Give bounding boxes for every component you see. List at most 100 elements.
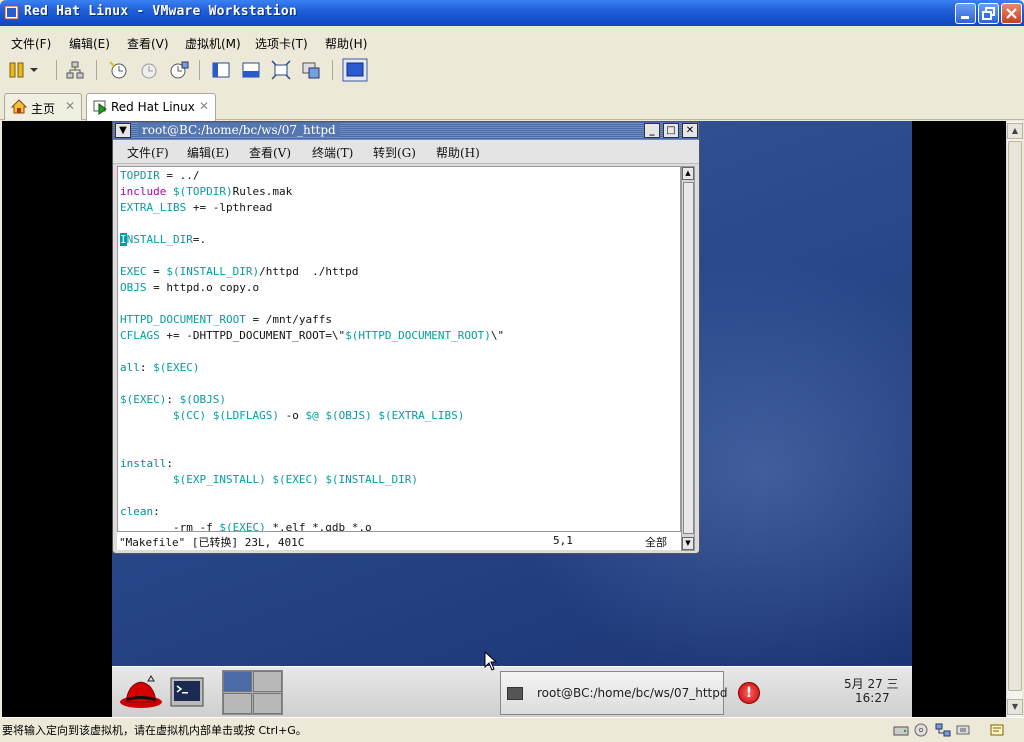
code-token: = bbox=[146, 265, 167, 278]
vmware-app-icon bbox=[4, 5, 19, 20]
terminal-window-menu-icon[interactable]: ▼ bbox=[115, 123, 131, 138]
scroll-down-icon[interactable]: ▼ bbox=[1007, 699, 1023, 715]
tab-home-label: 主页 bbox=[31, 102, 56, 116]
update-alert-icon[interactable]: ! bbox=[738, 682, 760, 704]
code-line: $(EXP_INSTALL) $(EXEC) $(INSTALL_DIR) bbox=[120, 472, 418, 488]
menu-vm[interactable]: 虚拟机(M) bbox=[185, 35, 241, 52]
vm-scrollbar-thumb[interactable] bbox=[1008, 141, 1022, 691]
code-token: $(EXEC) bbox=[120, 393, 167, 406]
code-token: = /mnt/yaffs bbox=[245, 313, 332, 326]
clock-time[interactable]: 16:27 bbox=[855, 691, 890, 705]
network-adapter-icon[interactable] bbox=[935, 723, 951, 737]
workspace-switcher[interactable] bbox=[222, 670, 283, 715]
terminal-menu-view[interactable]: 查看(V) bbox=[249, 144, 291, 161]
terminal-menu-file[interactable]: 文件(F) bbox=[127, 144, 169, 161]
terminal-scroll-up-icon[interactable]: ▲ bbox=[682, 167, 694, 180]
message-log-icon[interactable] bbox=[989, 723, 1005, 737]
revert-snapshot-icon[interactable] bbox=[138, 59, 160, 81]
terminal-minimize-icon[interactable]: _ bbox=[644, 123, 660, 138]
code-token: \" bbox=[490, 329, 505, 342]
pause-icon[interactable] bbox=[6, 59, 28, 81]
chevron-down-icon[interactable] bbox=[27, 59, 41, 81]
workspace-3[interactable] bbox=[223, 693, 252, 714]
menu-tabs[interactable]: 选项卡(T) bbox=[255, 35, 308, 52]
show-console-icon[interactable] bbox=[240, 59, 262, 81]
workspace-4[interactable] bbox=[253, 693, 282, 714]
terminal-menu-terminal[interactable]: 终端(T) bbox=[312, 144, 353, 161]
terminal-icon bbox=[507, 687, 523, 700]
taskbar-terminal-button[interactable]: root@BC:/home/bc/ws/07_httpd bbox=[500, 671, 728, 715]
quick-switch-icon[interactable] bbox=[342, 58, 368, 82]
restore-button[interactable] bbox=[978, 3, 999, 24]
menu-help[interactable]: 帮助(H) bbox=[325, 35, 367, 52]
unity-icon[interactable] bbox=[300, 59, 322, 81]
code-token: : bbox=[166, 457, 173, 470]
code-token: = ../ bbox=[159, 169, 200, 182]
terminal-titlebar[interactable]: ▼ root@BC:/home/bc/ws/07_httpd _ □ ✕ bbox=[113, 122, 699, 140]
code-token: += -DHTTPD_DOCUMENT_ROOT=\" bbox=[159, 329, 346, 342]
workspace-1[interactable] bbox=[223, 671, 252, 692]
code-token: -rm -f bbox=[120, 521, 220, 532]
code-token: TOPDIR bbox=[120, 169, 160, 182]
terminal-text-area[interactable]: TOPDIR = ../include $(TOPDIR)Rules.mak EX… bbox=[117, 166, 681, 532]
workspace-2[interactable] bbox=[253, 671, 282, 692]
code-token: $(TOPDIR) bbox=[166, 185, 233, 198]
terminal-close-icon[interactable]: ✕ bbox=[682, 123, 698, 138]
tab-home-close-icon[interactable]: ✕ bbox=[65, 99, 75, 113]
tab-bar: 主页 ✕ Red Hat Linux ✕ bbox=[0, 88, 1024, 121]
taskbar-terminal-label: root@BC:/home/bc/ws/07_httpd bbox=[537, 686, 728, 700]
menu-view[interactable]: 查看(V) bbox=[127, 35, 169, 52]
vm-vertical-scrollbar[interactable]: ▲ ▼ bbox=[1006, 121, 1023, 717]
usb-icon[interactable] bbox=[955, 723, 971, 737]
terminal-menu-goto[interactable]: 转到(G) bbox=[373, 144, 416, 161]
code-token: : bbox=[139, 361, 154, 374]
code-token: OBJS bbox=[120, 281, 147, 294]
toolbar-separator bbox=[96, 60, 97, 80]
terminal-scroll-down-icon[interactable]: ▼ bbox=[682, 537, 694, 550]
terminal-scrollbar-thumb[interactable] bbox=[683, 182, 694, 534]
minimize-button[interactable] bbox=[955, 3, 976, 24]
menu-file[interactable]: 文件(F) bbox=[11, 35, 51, 52]
terminal-scrollbar[interactable]: ▲ ▼ bbox=[681, 166, 695, 551]
snapshot-icon[interactable] bbox=[107, 59, 129, 81]
window-title: Red Hat Linux - VMware Workstation bbox=[24, 4, 297, 19]
vim-status-line: "Makefile" [已转换] 23L, 401C 5,1 全部 bbox=[117, 532, 681, 550]
menu-edit[interactable]: 编辑(E) bbox=[69, 35, 110, 52]
code-line: $(CC) $(LDFLAGS) -o $@ $(OBJS) $(EXTRA_L… bbox=[120, 408, 464, 424]
network-icon[interactable] bbox=[64, 59, 86, 81]
hard-disk-icon[interactable] bbox=[893, 723, 909, 737]
clock-date[interactable]: 5月 27 三 bbox=[844, 675, 899, 692]
code-token: $(LDFLAGS) bbox=[212, 409, 279, 422]
terminal-maximize-icon[interactable]: □ bbox=[663, 123, 679, 138]
terminal-title: root@BC:/home/bc/ws/07_httpd bbox=[138, 123, 340, 137]
restore-icon bbox=[982, 7, 995, 20]
vim-file-info: "Makefile" [已转换] 23L, 401C bbox=[119, 536, 305, 549]
tab-red-hat-linux-close-icon[interactable]: ✕ bbox=[199, 99, 209, 113]
scroll-up-icon[interactable]: ▲ bbox=[1007, 123, 1023, 139]
window-titlebar[interactable]: Red Hat Linux - VMware Workstation bbox=[0, 0, 1024, 26]
tab-red-hat-linux[interactable]: Red Hat Linux ✕ bbox=[86, 93, 216, 121]
minimize-icon bbox=[961, 16, 969, 19]
code-line: all: $(EXEC) bbox=[120, 360, 199, 376]
tab-home[interactable]: 主页 ✕ bbox=[4, 93, 82, 120]
close-icon bbox=[1006, 8, 1017, 19]
terminal-window[interactable]: ▼ root@BC:/home/bc/ws/07_httpd _ □ ✕ 文件(… bbox=[112, 121, 700, 554]
code-token: = httpd.o copy.o bbox=[146, 281, 260, 294]
terminal-menu-help[interactable]: 帮助(H) bbox=[436, 144, 480, 161]
terminal-launcher-icon[interactable] bbox=[168, 672, 206, 712]
snapshot-manager-icon[interactable] bbox=[168, 59, 190, 81]
terminal-menu-edit[interactable]: 编辑(E) bbox=[187, 144, 229, 161]
code-token: CFLAGS bbox=[120, 329, 160, 342]
close-button[interactable] bbox=[1001, 3, 1022, 24]
redhat-main-menu-icon[interactable] bbox=[118, 672, 164, 712]
code-token: NSTALL_DIR bbox=[126, 233, 193, 246]
code-line: CFLAGS += -DHTTPD_DOCUMENT_ROOT=\"$(HTTP… bbox=[120, 328, 504, 344]
cdrom-icon[interactable] bbox=[913, 723, 929, 737]
code-token: $(EXTRA_LIBS) bbox=[378, 409, 465, 422]
toolbar-separator bbox=[199, 60, 200, 80]
code-line: INSTALL_DIR=. bbox=[120, 232, 206, 248]
fullscreen-icon[interactable] bbox=[270, 59, 292, 81]
show-sidebar-icon[interactable] bbox=[210, 59, 232, 81]
